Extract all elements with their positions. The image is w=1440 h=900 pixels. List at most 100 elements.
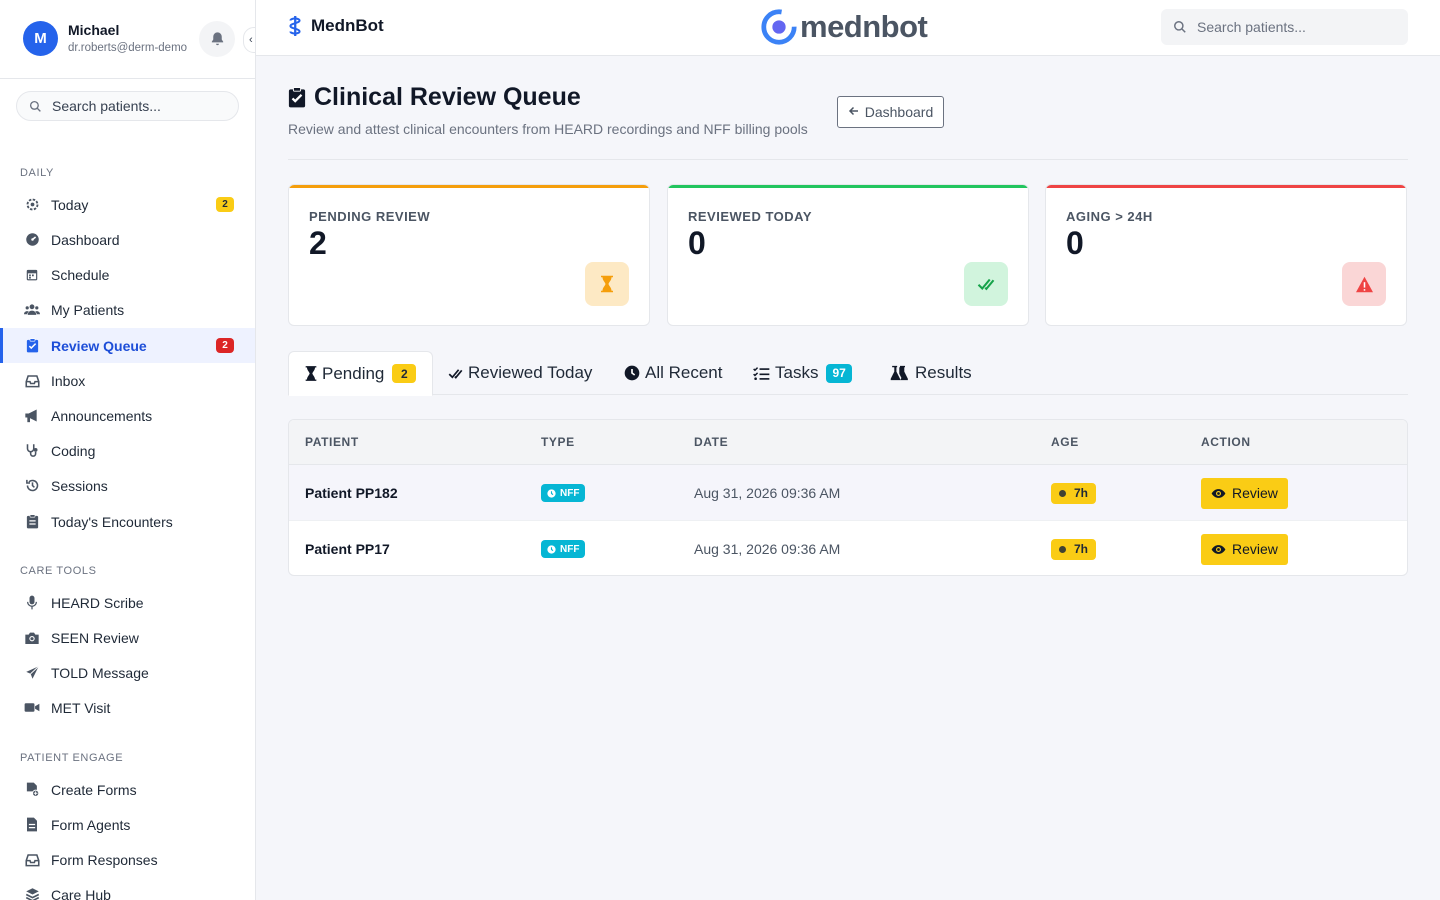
type-badge: NFF xyxy=(541,484,586,502)
caduceus-icon xyxy=(289,16,301,36)
review-button-label: Review xyxy=(1232,485,1278,501)
sidebar-item-sessions[interactable]: Sessions xyxy=(0,468,255,503)
sidebar-item-care-hub[interactable]: Care Hub xyxy=(0,877,255,900)
patient-name[interactable]: Patient PP182 xyxy=(305,465,398,521)
topbar: MednBot mednbot xyxy=(256,0,1440,56)
stat-card-reviewed-today: REVIEWED TODAY 0 xyxy=(667,184,1029,326)
sidebar-search-input[interactable] xyxy=(52,98,222,114)
dot-icon xyxy=(1059,545,1066,553)
review-button[interactable]: Review xyxy=(1201,477,1288,509)
review-table: PATIENT TYPE DATE AGE ACTION Patient PP1… xyxy=(288,419,1408,576)
tab-label: Tasks xyxy=(775,363,819,382)
collapse-sidebar-button[interactable]: ‹ xyxy=(243,27,255,53)
column-header-type[interactable]: TYPE xyxy=(541,435,575,449)
hourglass-icon xyxy=(585,262,629,306)
section-patient-engage: PATIENT ENGAGE xyxy=(20,752,124,764)
brand-name: MednBot xyxy=(311,16,384,35)
eye-icon xyxy=(1211,544,1226,554)
sidebar: M Michael dr.roberts@derm-demo ‹ DAILY T… xyxy=(0,0,256,900)
layers-icon xyxy=(24,887,40,900)
stat-accent-bar xyxy=(1046,185,1406,188)
camera-icon xyxy=(24,630,40,646)
sidebar-search[interactable] xyxy=(16,91,239,121)
review-button-label: Review xyxy=(1232,541,1278,557)
sidebar-item-my-patients[interactable]: My Patients xyxy=(0,292,255,327)
today-count-badge: 2 xyxy=(216,197,234,212)
video-icon xyxy=(24,700,40,716)
sidebar-item-label: Sessions xyxy=(51,477,108,494)
tab-label: Results xyxy=(915,363,972,382)
sidebar-item-dashboard[interactable]: Dashboard xyxy=(0,222,255,257)
tab-reviewed-today[interactable]: Reviewed Today xyxy=(448,351,592,395)
check-double-icon xyxy=(448,368,463,379)
patient-name[interactable]: Patient PP17 xyxy=(305,521,390,575)
stat-value: 2 xyxy=(309,225,327,261)
sidebar-item-label: Create Forms xyxy=(51,781,137,798)
sidebar-item-form-responses[interactable]: Form Responses xyxy=(0,842,255,877)
stat-card-pending-review: PENDING REVIEW 2 xyxy=(288,184,650,326)
sidebar-item-form-agents[interactable]: Form Agents xyxy=(0,807,255,842)
clock-icon xyxy=(624,365,640,381)
topbar-search[interactable] xyxy=(1161,9,1408,45)
stat-label: AGING > 24H xyxy=(1066,209,1153,224)
sidebar-item-label: HEARD Scribe xyxy=(51,594,144,611)
file-plus-icon xyxy=(24,782,40,798)
dashboard-button[interactable]: Dashboard xyxy=(837,96,944,128)
review-queue-count-badge: 2 xyxy=(216,338,234,353)
sidebar-item-schedule[interactable]: Schedule xyxy=(0,257,255,292)
sidebar-item-coding[interactable]: Coding xyxy=(0,433,255,468)
type-cell: NFF xyxy=(541,521,586,575)
page-title-text: Clinical Review Queue xyxy=(314,83,581,111)
stat-accent-bar xyxy=(289,185,649,188)
clipboard-check-icon xyxy=(24,338,40,354)
arrow-left-icon xyxy=(848,104,860,120)
table-row[interactable]: Patient PP182 NFF Aug 31, 2026 09:36 AM … xyxy=(289,465,1407,521)
gauge-icon xyxy=(24,232,40,248)
type-label: NFF xyxy=(560,487,580,499)
sidebar-item-announcements[interactable]: Announcements xyxy=(0,398,255,433)
stethoscope-icon xyxy=(24,443,40,459)
sidebar-item-inbox[interactable]: Inbox xyxy=(0,363,255,398)
bell-icon xyxy=(211,31,223,45)
megaphone-icon xyxy=(24,408,40,424)
date-cell: Aug 31, 2026 09:36 AM xyxy=(694,541,841,557)
tab-results[interactable]: Results xyxy=(890,351,972,395)
stat-accent-bar xyxy=(668,185,1028,188)
dashboard-button-label: Dashboard xyxy=(864,104,934,120)
main-content: Clinical Review Queue Review and attest … xyxy=(256,56,1440,900)
inbox-icon xyxy=(24,373,40,389)
sidebar-item-told-message[interactable]: TOLD Message xyxy=(0,655,255,690)
user-email: dr.roberts@derm-demo xyxy=(68,42,188,54)
tab-tasks[interactable]: Tasks 97 xyxy=(753,351,852,395)
age-badge: 7h xyxy=(1051,482,1097,504)
tab-all-recent[interactable]: All Recent xyxy=(624,351,722,395)
table-row[interactable]: Patient PP17 NFF Aug 31, 2026 09:36 AM 7… xyxy=(289,521,1407,575)
table-header: PATIENT TYPE DATE AGE ACTION xyxy=(289,420,1407,465)
inbox-icon xyxy=(24,852,40,868)
sidebar-item-label: Today xyxy=(51,196,89,213)
column-header-date[interactable]: DATE xyxy=(694,435,728,449)
microphone-icon xyxy=(24,595,40,611)
notifications-button[interactable] xyxy=(199,21,235,57)
clipboard-icon xyxy=(24,514,40,530)
avatar[interactable]: M xyxy=(23,21,58,56)
review-button[interactable]: Review xyxy=(1201,533,1288,565)
divider xyxy=(288,159,1408,160)
tab-pending[interactable]: Pending 2 xyxy=(288,351,434,396)
topbar-search-input[interactable] xyxy=(1197,19,1397,35)
sidebar-item-label: Coding xyxy=(51,442,96,459)
sidebar-item-today[interactable]: Today 2 xyxy=(0,187,255,222)
eye-icon xyxy=(1211,488,1226,498)
sidebar-item-met-visit[interactable]: MET Visit xyxy=(0,690,255,725)
column-header-age[interactable]: AGE xyxy=(1051,435,1079,449)
user-name: Michael xyxy=(68,22,120,38)
user-header: M Michael dr.roberts@derm-demo ‹ xyxy=(0,0,255,79)
sidebar-item-create-forms[interactable]: Create Forms xyxy=(0,772,255,807)
sidebar-item-todays-encounters[interactable]: Today's Encounters xyxy=(0,504,255,539)
column-header-patient[interactable]: PATIENT xyxy=(305,435,359,449)
sidebar-item-heard-scribe[interactable]: HEARD Scribe xyxy=(0,585,255,620)
page-title: Clinical Review Queue xyxy=(288,83,581,112)
sidebar-item-seen-review[interactable]: SEEN Review xyxy=(0,620,255,655)
sidebar-item-review-queue[interactable]: Review Queue 2 xyxy=(0,328,255,363)
brand[interactable]: MednBot xyxy=(287,16,384,36)
